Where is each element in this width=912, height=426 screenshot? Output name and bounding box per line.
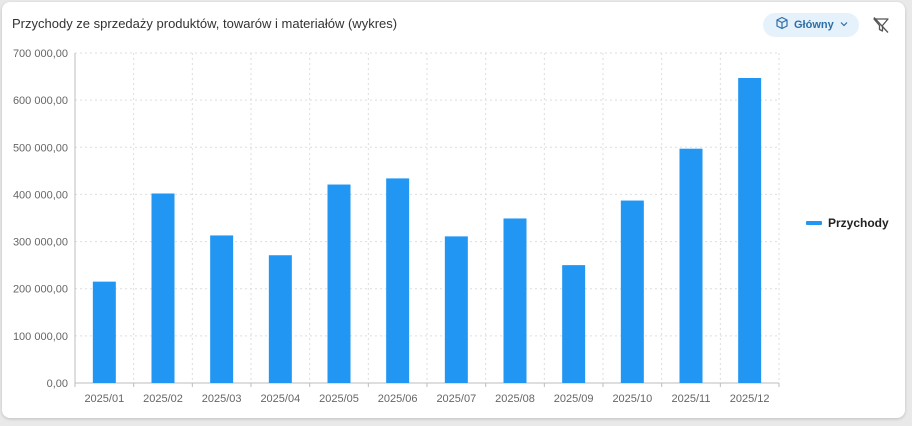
bar-chart: 0,00 100 000,00 200 000,00 300 000,00 400 00… [13, 48, 780, 405]
bar[interactable] [151, 193, 175, 383]
y-tick-label: 700 000,00 [13, 48, 68, 60]
bar[interactable] [444, 236, 468, 383]
x-tick-label: 2025/12 [730, 393, 770, 405]
bar[interactable] [503, 218, 527, 383]
x-tick-label: 2025/10 [612, 393, 652, 405]
legend-label: Przychody [828, 216, 889, 230]
x-tick-label: 2025/02 [143, 393, 183, 405]
bar[interactable] [327, 184, 351, 383]
x-tick-label: 2025/01 [84, 393, 124, 405]
y-tick-label: 600 000,00 [13, 95, 68, 107]
legend-swatch [806, 221, 822, 225]
x-tick-label: 2025/05 [319, 393, 359, 405]
x-tick-label: 2025/06 [378, 393, 418, 405]
bar[interactable] [386, 178, 410, 383]
x-tick-label: 2025/03 [202, 393, 242, 405]
bar[interactable] [738, 77, 762, 383]
y-tick-label: 100 000,00 [13, 331, 68, 343]
x-tick-label: 2025/09 [554, 393, 594, 405]
bar[interactable] [562, 265, 586, 383]
x-tick-label: 2025/04 [260, 393, 300, 405]
y-tick-label: 500 000,00 [13, 142, 68, 154]
x-tick-label: 2025/07 [436, 393, 476, 405]
y-tick-label: 0,00 [47, 378, 68, 390]
bar[interactable] [620, 200, 644, 383]
x-tick-label: 2025/08 [495, 393, 535, 405]
y-tick-label: 200 000,00 [13, 284, 68, 296]
chart-legend[interactable]: Przychody [806, 216, 889, 230]
bar[interactable] [92, 281, 116, 383]
x-tick-label: 2025/11 [672, 393, 711, 405]
y-tick-label: 300 000,00 [13, 237, 68, 249]
bar[interactable] [268, 255, 292, 383]
y-tick-label: 400 000,00 [13, 189, 68, 201]
bar[interactable] [210, 235, 234, 383]
bar[interactable] [679, 148, 703, 383]
